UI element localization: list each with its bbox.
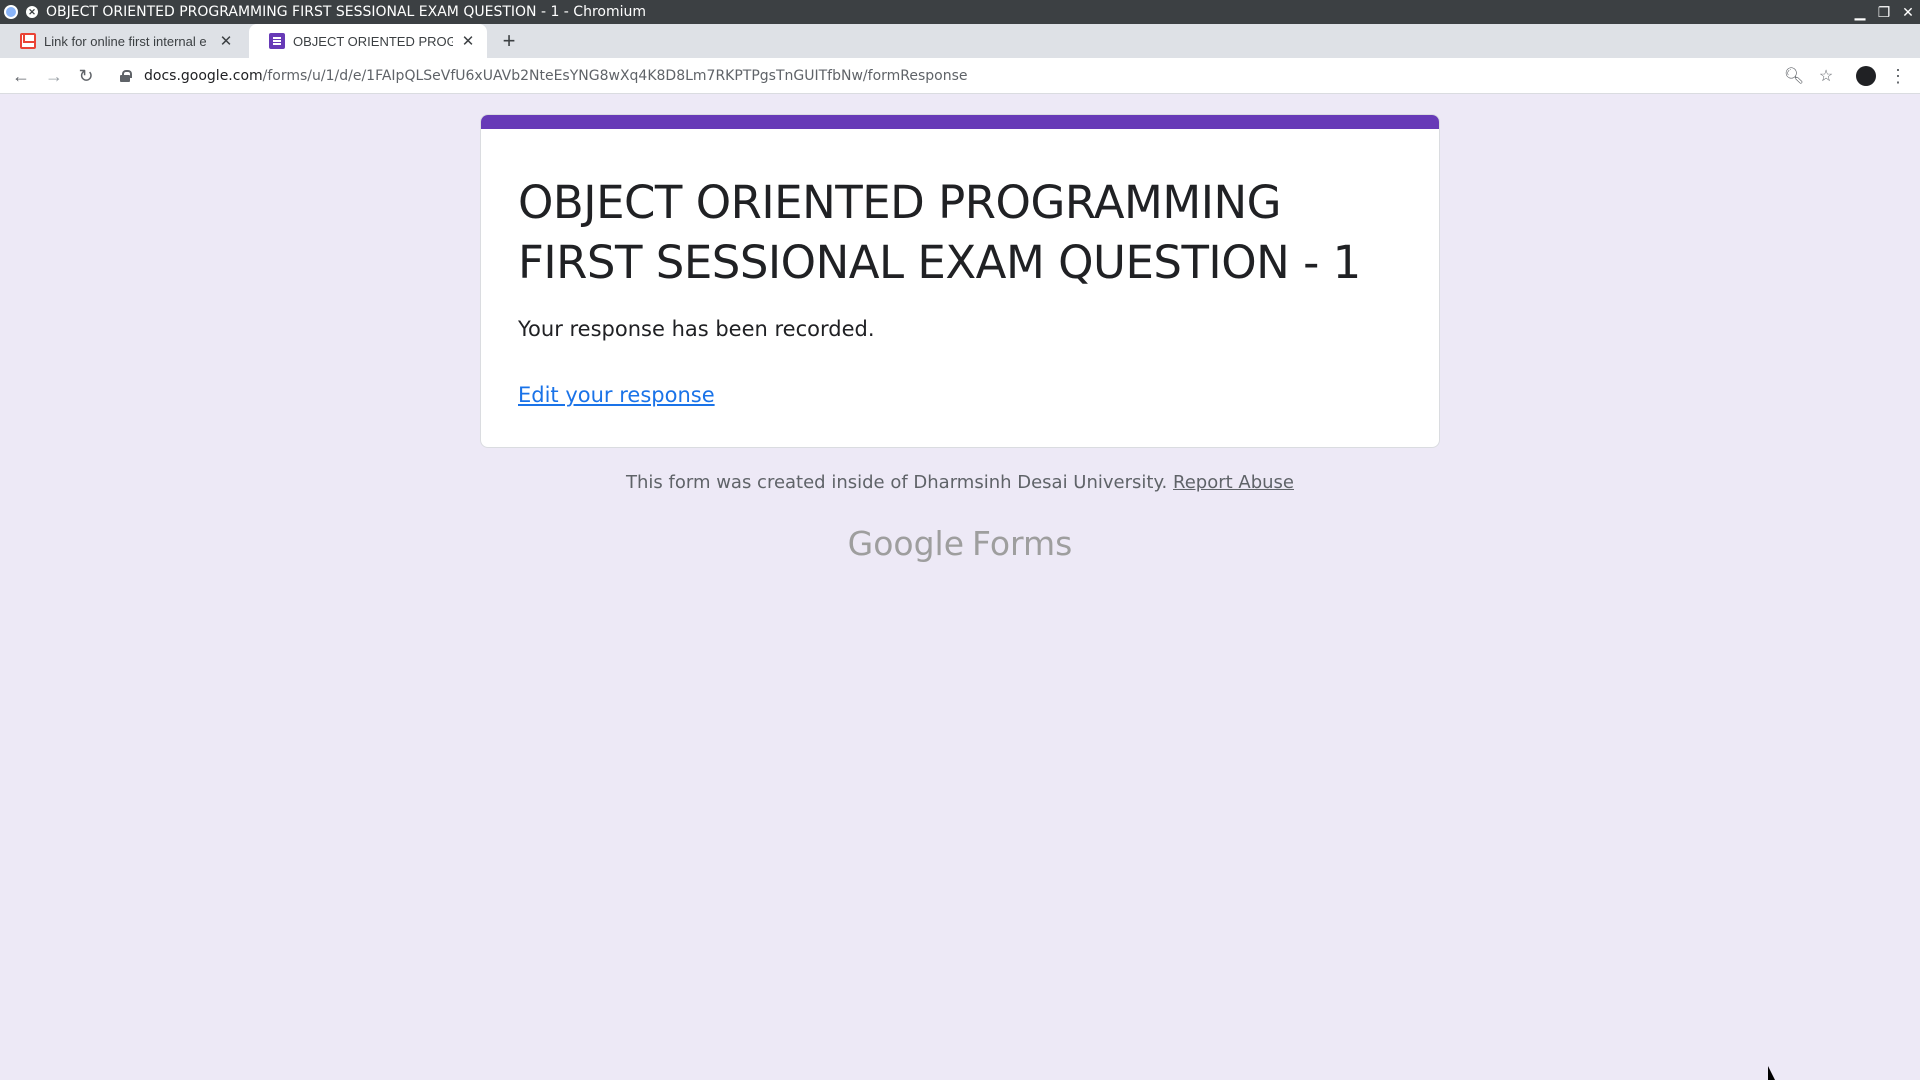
window-title: OBJECT ORIENTED PROGRAMMING FIRST SESSIO… <box>46 4 647 20</box>
gmail-icon <box>20 33 36 49</box>
lock-icon[interactable] <box>120 70 132 82</box>
footer-text: This form was created inside of Dharmsin… <box>626 472 1168 493</box>
profile-avatar[interactable] <box>1854 64 1878 88</box>
google-forms-logo[interactable]: Google Forms <box>0 524 1920 563</box>
maximize-icon[interactable]: ❐ <box>1872 0 1896 24</box>
bookmark-star-icon[interactable]: ☆ <box>1814 64 1838 88</box>
tab-label: Link for online first internal e <box>44 33 207 49</box>
url-text[interactable]: docs.google.com/forms/u/1/d/e/1FAIpQLSeV… <box>144 68 968 84</box>
browser-toolbar: ← → ↻ docs.google.com/forms/u/1/d/e/1FAI… <box>0 58 1920 94</box>
forward-arrow-icon[interactable]: → <box>42 64 66 88</box>
pin-icon[interactable]: ✕ <box>26 6 38 18</box>
form-accent-bar <box>481 115 1439 129</box>
close-tab-icon[interactable]: ✕ <box>459 32 477 50</box>
minimize-icon[interactable]: ▁ <box>1848 0 1872 24</box>
tab-google-form[interactable]: OBJECT ORIENTED PROGRAM ✕ <box>249 24 487 58</box>
edit-response-link[interactable]: Edit your response <box>518 383 715 407</box>
back-arrow-icon[interactable]: ← <box>9 64 33 88</box>
window-title-bar: ✕ OBJECT ORIENTED PROGRAMMING FIRST SESS… <box>0 0 1920 24</box>
new-tab-button[interactable]: + <box>498 24 520 58</box>
address-bar[interactable]: docs.google.com/forms/u/1/d/e/1FAIpQLSeV… <box>108 62 1878 90</box>
more-menu-icon[interactable]: ⋮ <box>1886 64 1910 88</box>
zoom-icon[interactable]: 🔍︎ <box>1782 64 1806 88</box>
brand-google: Google <box>847 524 965 563</box>
tab-label: OBJECT ORIENTED PROGRAM <box>293 33 453 49</box>
form-footer: This form was created inside of Dharmsin… <box>0 472 1920 493</box>
tab-strip: Link for online first internal e ✕ OBJEC… <box>0 24 1920 58</box>
report-abuse-link[interactable]: Report Abuse <box>1173 472 1294 493</box>
forms-icon <box>269 33 285 49</box>
chromium-icon <box>4 5 18 19</box>
tab-gmail[interactable]: Link for online first internal e ✕ <box>0 24 245 58</box>
mouse-cursor-icon <box>1768 1066 1775 1080</box>
form-title: OBJECT ORIENTED PROGRAMMING FIRST SESSIO… <box>518 176 1361 289</box>
form-card: OBJECT ORIENTED PROGRAMMING FIRST SESSIO… <box>480 114 1440 448</box>
close-window-icon[interactable]: ✕ <box>1896 0 1920 24</box>
confirmation-message: Your response has been recorded. <box>518 317 875 341</box>
brand-forms: Forms <box>972 524 1073 563</box>
reload-icon[interactable]: ↻ <box>74 64 98 88</box>
close-tab-icon[interactable]: ✕ <box>217 32 235 50</box>
